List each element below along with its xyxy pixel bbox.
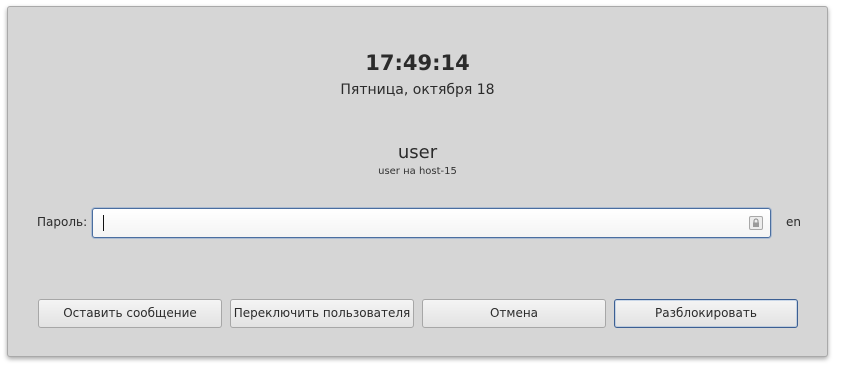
password-field[interactable] — [92, 208, 771, 238]
keyboard-layout-indicator[interactable]: en — [786, 215, 801, 229]
unlock-button[interactable]: Разблокировать — [614, 299, 798, 328]
user-host-line: user на host-15 — [378, 166, 457, 177]
text-caret — [103, 215, 104, 231]
clock-date: Пятница, октября 18 — [340, 82, 495, 98]
cancel-button[interactable]: Отмена — [422, 299, 606, 328]
user-name: user — [397, 142, 438, 163]
unlock-dialog: 17:49:14 Пятница, октября 18 user user н… — [7, 6, 828, 357]
password-label: Пароль: — [37, 215, 88, 229]
lock-icon[interactable] — [749, 216, 763, 230]
switch-user-button[interactable]: Переключить пользователя — [230, 299, 414, 328]
clock-time: 17:49:14 — [365, 51, 470, 75]
leave-message-button[interactable]: Оставить сообщение — [38, 299, 222, 328]
